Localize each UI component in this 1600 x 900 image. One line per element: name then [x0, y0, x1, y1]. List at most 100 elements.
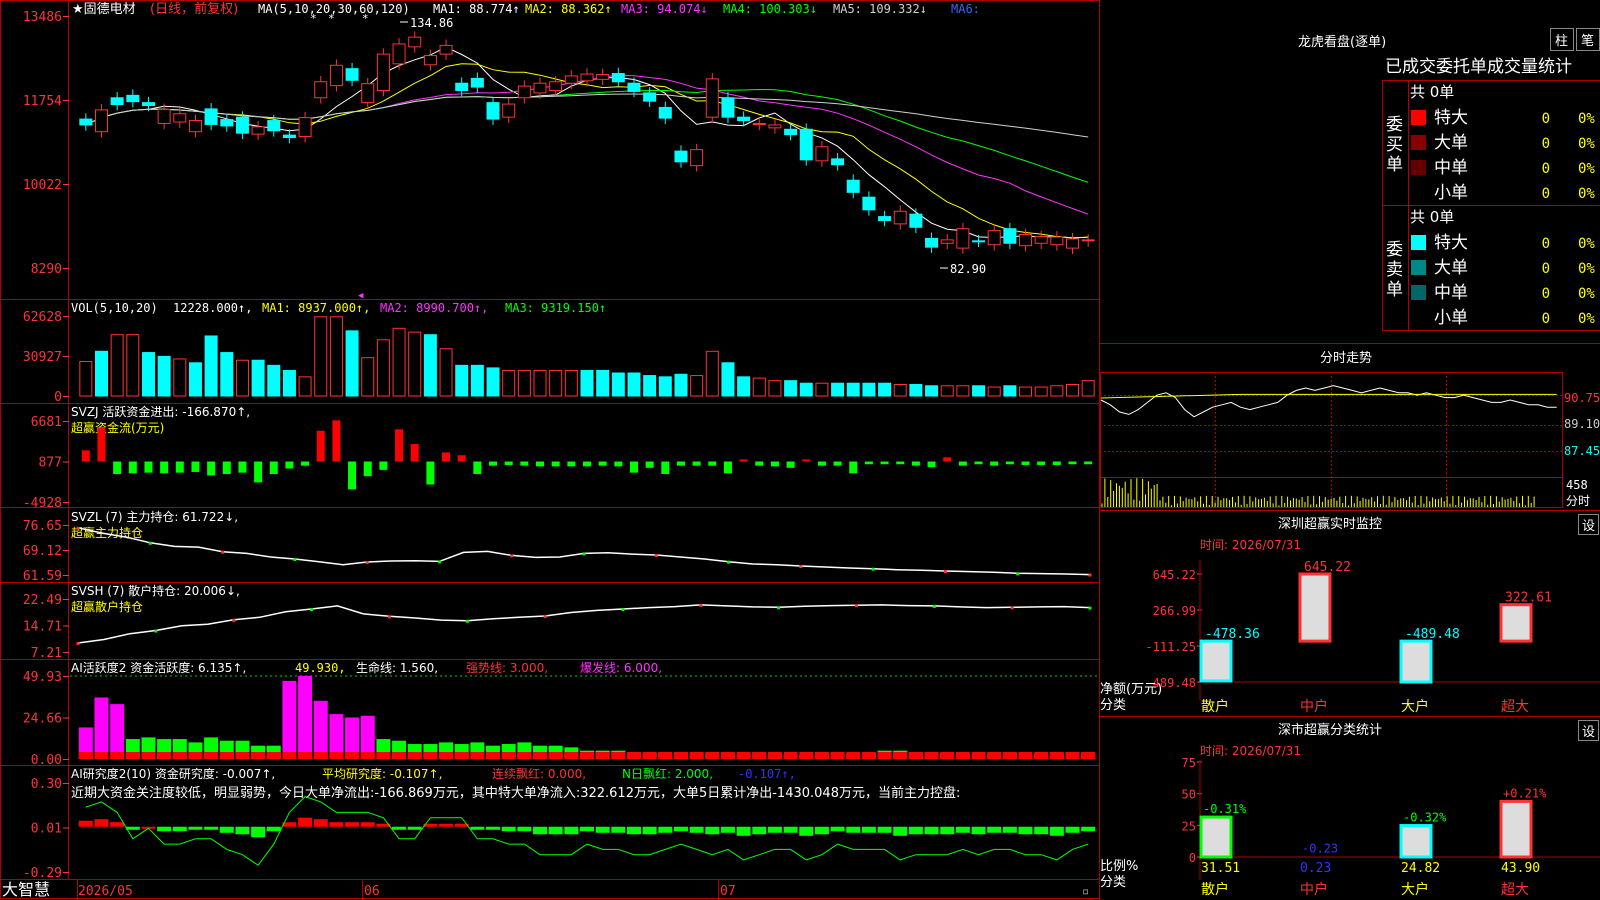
- date-label: 07: [720, 884, 736, 899]
- holding-tick: [871, 567, 875, 571]
- research-bar: [1018, 826, 1033, 835]
- lock-icon[interactable]: ▫: [1082, 884, 1089, 898]
- research-bar: [235, 826, 250, 835]
- activity-base: [720, 752, 735, 759]
- capital-flow-bar: [238, 461, 247, 473]
- capital-flow-bar: [1052, 461, 1061, 465]
- volume-bar: [940, 385, 954, 397]
- candle: [423, 55, 437, 66]
- capital-flow-bar: [207, 461, 216, 476]
- capital-flow-bar: [1021, 461, 1030, 465]
- candle: [1050, 236, 1064, 246]
- volume-bar: [909, 384, 923, 397]
- volume-bar: [361, 357, 375, 397]
- stats-bar: [1399, 824, 1433, 859]
- activity-bar: [282, 680, 297, 759]
- candle: [392, 43, 406, 65]
- volume-bar: [408, 331, 422, 397]
- star-marker: *: [328, 12, 335, 25]
- capital-flow-bar: [316, 430, 325, 462]
- stats-tick-label: 25: [1182, 819, 1196, 833]
- research-bar: [658, 826, 673, 833]
- holding-tick: [854, 604, 858, 608]
- activity-base: [110, 752, 125, 759]
- activity-base: [94, 752, 109, 759]
- monitor-bar-value: 645.22: [1304, 560, 1351, 575]
- sell-row-pct: 0%: [1578, 236, 1595, 252]
- volume-bar: [925, 385, 939, 397]
- activity-base: [188, 752, 203, 759]
- axis-tick-label: 10022: [23, 178, 62, 193]
- stats-bar: [1499, 799, 1533, 859]
- sell-side-char: 卖: [1386, 260, 1403, 280]
- holding-tick: [293, 558, 297, 562]
- monitor-panel: 深圳超赢实时监控 设 时间: 2026/07/31 645.22 266.99 -1…: [1100, 514, 1600, 715]
- research-bar: [580, 826, 594, 832]
- candle: [439, 44, 453, 55]
- buy-row-color-swatch: [1411, 160, 1426, 175]
- dragon-subtitle: 已成交委托单成交量统计: [1385, 57, 1572, 77]
- volume-bar: [455, 364, 469, 397]
- intraday-grid: [1100, 372, 1563, 508]
- holding-tick: [310, 608, 314, 612]
- holding-tick: [387, 615, 391, 619]
- candle: [376, 53, 390, 91]
- capital-flow-bar: [457, 455, 466, 462]
- holding-tick: [699, 603, 703, 607]
- capital-flow-bar: [990, 461, 999, 466]
- volume-bar: [1034, 386, 1048, 397]
- activity-base: [470, 752, 485, 759]
- capital-flow-bar: [802, 459, 811, 462]
- ma-line: [85, 63, 1089, 239]
- stats-bar-value: 24.82: [1401, 861, 1440, 876]
- vol-ma2: MA2: 8990.700↑,: [380, 301, 488, 315]
- research-bar: [1065, 826, 1080, 833]
- svzj-subtitle: 超赢资金流(万元): [71, 420, 164, 435]
- intraday-unit: 分时: [1566, 494, 1590, 508]
- monitor-tick-label: 266.99: [1153, 604, 1196, 618]
- svsh-subtitle: 超赢散户持仓: [71, 599, 143, 614]
- tick-mode-label: 笔: [1581, 33, 1594, 49]
- dragon-tiger-panel: 龙虎看盘(逐单) 柱 笔 已成交委托单成交量统计 共 0单 共 0单 委买单委卖…: [1298, 28, 1600, 331]
- research-bar: [799, 826, 814, 836]
- activity-base: [752, 752, 767, 759]
- sell-row-label: 小单: [1434, 308, 1468, 328]
- ma-line: [85, 88, 1089, 183]
- candle: [752, 122, 766, 125]
- candle: [925, 237, 939, 248]
- stock-name: ★固德电材: [72, 2, 136, 17]
- activity-bar: [313, 700, 328, 759]
- price-panel: ★固德电材 (日线，前复权) MA(5,10,20,30,60,120) MA1…: [23, 1, 1095, 301]
- axis-tick-label: 22.49: [23, 593, 62, 608]
- buy-count: 共 0单: [1410, 83, 1454, 101]
- capital-flow-bar: [551, 461, 560, 467]
- capital-flow-bar: [1037, 461, 1046, 465]
- monitor-tick-label: 645.22: [1153, 568, 1196, 582]
- stats-bar-change: -0.32%: [1403, 811, 1447, 825]
- research-bar: [313, 819, 328, 827]
- svzj-axis: 6681 877 -4928: [23, 415, 69, 511]
- buy-row-value: 0: [1542, 111, 1550, 127]
- research-bar: [705, 826, 720, 835]
- volume-bar: [580, 369, 594, 397]
- date-axis: 大智慧 2026/05 06 07 ▫: [2, 880, 1089, 900]
- research-bar: [1081, 826, 1096, 832]
- candle: [1081, 239, 1095, 242]
- volume-bar: [533, 369, 547, 397]
- capital-flow-bar: [97, 428, 106, 462]
- capital-flow-bar: [943, 457, 952, 462]
- axis-tick-label: 13486: [23, 10, 62, 25]
- volume-bar: [141, 352, 155, 397]
- vol-bars: [79, 316, 1095, 397]
- stats-xlabel: 分类: [1100, 875, 1126, 890]
- candle: [251, 126, 265, 135]
- brand-logo: 大智慧: [2, 880, 50, 899]
- holding-tick: [76, 526, 80, 530]
- star-marker: *: [310, 12, 317, 25]
- research-bar: [157, 826, 172, 832]
- capital-flow-bar: [536, 461, 545, 467]
- candle: [831, 158, 845, 166]
- ai2-axis: 0.30 0.01 -0.29: [23, 777, 69, 881]
- volume-bar: [220, 352, 234, 397]
- stats-tick-label: 50: [1182, 788, 1196, 802]
